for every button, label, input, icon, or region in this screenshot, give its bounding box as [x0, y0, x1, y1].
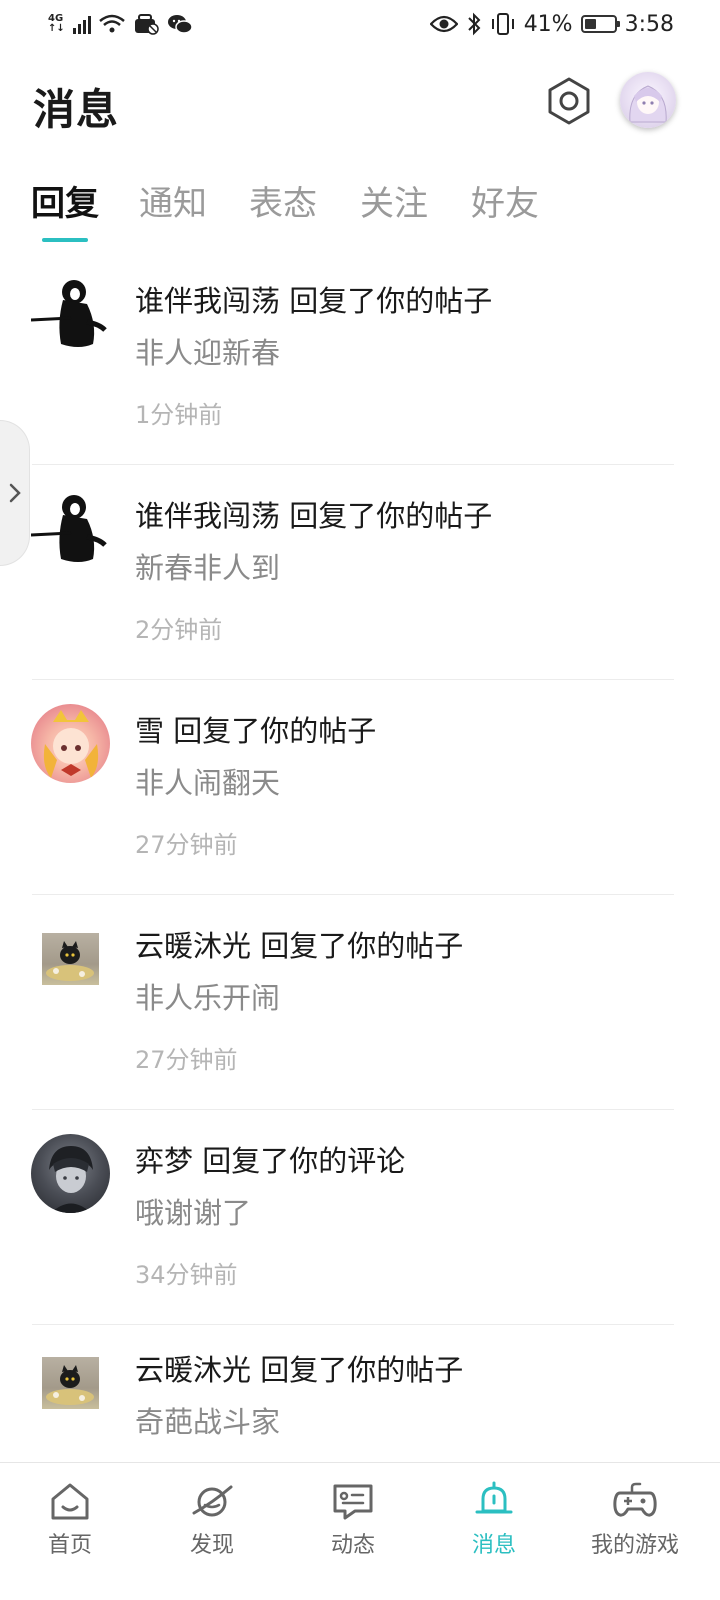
wifi-icon	[98, 14, 125, 33]
signal-icon	[72, 14, 91, 34]
message-time: 27分钟前	[135, 831, 238, 859]
message-preview: 奇葩战斗家	[135, 1405, 281, 1439]
message-time: 1分钟前	[135, 401, 223, 429]
tab-reactions[interactable]: 表态	[249, 176, 317, 225]
nav-label: 动态	[330, 1533, 375, 1558]
chat-icon	[333, 1484, 373, 1520]
message-item[interactable]: 谁伴我闯荡 回复了你的帖子 非人迎新春 1分钟前	[0, 250, 720, 465]
message-item[interactable]: 云暖沐光 回复了你的帖子 非人乐开闹 27分钟前	[0, 895, 720, 1110]
page-title: 消息	[33, 85, 120, 134]
bluetooth-icon	[467, 12, 481, 36]
notification-muted-icon	[134, 14, 159, 35]
message-title: 云暖沐光 回复了你的帖子	[135, 1353, 464, 1387]
message-list: 谁伴我闯荡 回复了你的帖子 非人迎新春 1分钟前 谁伴我闯荡 回复了你的帖子 新…	[0, 250, 720, 1540]
nav-discover[interactable]: 发现	[152, 1481, 272, 1559]
settings-button[interactable]	[544, 76, 594, 126]
tab-notifications[interactable]: 通知	[139, 176, 207, 225]
user-avatar[interactable]	[620, 72, 676, 128]
network-type: 4G ↑↓	[48, 13, 65, 34]
nav-label: 消息	[471, 1533, 516, 1558]
clock: 3:58	[624, 11, 674, 37]
side-drawer-handle[interactable]	[0, 420, 30, 566]
nav-messages[interactable]: 消息	[434, 1481, 554, 1559]
message-preview: 非人乐开闹	[135, 981, 281, 1015]
nav-feed[interactable]: 动态	[293, 1481, 413, 1559]
battery-percent: 41%	[523, 11, 573, 37]
sender-avatar[interactable]	[42, 1357, 99, 1409]
tab-follows[interactable]: 关注	[360, 176, 428, 225]
status-right: 41% 3:58	[429, 11, 674, 37]
avatar-silhouette	[30, 280, 107, 347]
sender-avatar[interactable]	[30, 274, 110, 353]
message-preview: 哦谢谢了	[135, 1196, 252, 1230]
vibrate-icon	[491, 13, 514, 35]
sender-avatar[interactable]	[31, 1134, 110, 1213]
avatar-illustration	[46, 1365, 94, 1405]
message-time: 34分钟前	[135, 1261, 238, 1289]
message-title: 云暖沐光 回复了你的帖子	[135, 929, 464, 963]
bell-icon	[475, 1481, 513, 1514]
message-title: 雪 回复了你的帖子	[135, 714, 377, 748]
sender-avatar[interactable]	[42, 933, 99, 985]
message-time: 2分钟前	[135, 616, 223, 644]
tab-indicator	[42, 238, 88, 242]
home-icon	[51, 1483, 89, 1520]
battery-icon	[580, 15, 620, 33]
tab-bar: 回复 通知 表态 关注 好友	[0, 176, 720, 246]
planet-icon	[192, 1485, 233, 1517]
avatar-silhouette	[30, 495, 107, 562]
gamepad-icon	[613, 1482, 657, 1517]
avatar-illustration	[43, 710, 99, 778]
nav-home[interactable]: 首页	[10, 1481, 130, 1559]
tab-replies[interactable]: 回复	[31, 176, 99, 225]
eye-icon	[429, 15, 458, 33]
tab-friends[interactable]: 好友	[471, 176, 539, 225]
settings-hex-icon	[548, 77, 590, 125]
nav-my-games[interactable]: 我的游戏	[575, 1481, 695, 1559]
avatar-illustration	[46, 941, 94, 981]
nav-label: 首页	[47, 1533, 92, 1558]
message-preview: 非人闹翻天	[135, 766, 281, 800]
bottom-nav: 首页 发现 动态 消息 我的游戏	[0, 1462, 720, 1600]
message-time: 27分钟前	[135, 1046, 238, 1074]
message-item[interactable]: 弈梦 回复了你的评论 哦谢谢了 34分钟前	[0, 1110, 720, 1325]
chevron-right-icon	[9, 483, 21, 503]
wechat-icon	[167, 15, 193, 34]
message-item[interactable]: 谁伴我闯荡 回复了你的帖子 新春非人到 2分钟前	[0, 465, 720, 680]
message-title: 谁伴我闯荡 回复了你的帖子	[135, 284, 493, 318]
message-preview: 非人迎新春	[135, 336, 281, 370]
nav-label: 我的游戏	[590, 1533, 679, 1558]
message-item[interactable]: 雪 回复了你的帖子 非人闹翻天 27分钟前	[0, 680, 720, 895]
avatar-illustration	[49, 1146, 93, 1213]
message-preview: 新春非人到	[135, 551, 281, 585]
status-left: 4G ↑↓	[48, 13, 193, 35]
status-bar: 4G ↑↓ 41% 3:58	[0, 0, 720, 48]
message-title: 谁伴我闯荡 回复了你的帖子	[135, 499, 493, 533]
sender-avatar[interactable]	[30, 489, 110, 568]
avatar-illustration	[629, 85, 667, 123]
sender-avatar[interactable]	[31, 704, 110, 783]
header: 消息	[0, 70, 720, 134]
message-title: 弈梦 回复了你的评论	[135, 1144, 406, 1178]
nav-label: 发现	[189, 1533, 234, 1558]
